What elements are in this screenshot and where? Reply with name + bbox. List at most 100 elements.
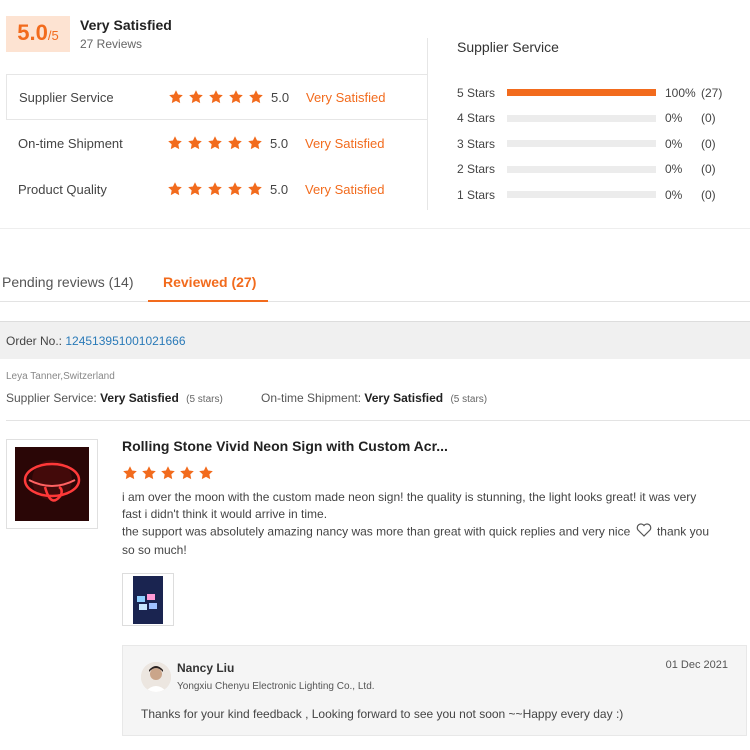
distribution-bar <box>507 140 656 148</box>
divider <box>6 420 750 421</box>
star-icon <box>227 135 244 152</box>
tab-pending-reviews[interactable]: Pending reviews (14) <box>2 274 134 290</box>
divider <box>427 38 428 210</box>
shipment-value: Very Satisfied <box>364 391 444 405</box>
star-icon <box>227 181 244 198</box>
rating-summary: 5.0 /5 Very Satisfied 27 Reviews Supplie… <box>0 0 750 228</box>
rating-label: Supplier Service <box>19 89 114 105</box>
review-text-part: the support was absolutely amazing nancy… <box>122 524 631 539</box>
review-text-part: i am over the moon with the custom made … <box>122 490 697 521</box>
distribution-row: 5 Stars 100% (27) <box>457 80 747 106</box>
overall-score-max: /5 <box>47 28 59 43</box>
order-label: Order No.: <box>6 334 63 348</box>
star-icon <box>122 465 139 482</box>
distribution-row: 2 Stars 0% (0) <box>457 157 747 183</box>
distribution-bar <box>507 89 656 97</box>
star-icon <box>188 89 205 106</box>
distribution-label: 4 Stars <box>457 111 496 126</box>
supplier-service-stars: (5 stars) <box>186 394 223 405</box>
star-icon <box>160 465 177 482</box>
review-meta: Supplier Service: Very Satisfied (5 star… <box>6 391 750 405</box>
section-divider <box>0 228 750 229</box>
distribution-count: (27) <box>701 85 723 100</box>
overall-score: 5.0 <box>17 20 48 45</box>
overall-score-badge: 5.0 /5 <box>6 16 70 52</box>
seller-reply: Nancy Liu Yongxiu Chenyu Electronic Ligh… <box>122 645 747 736</box>
shipment-meta: On-time Shipment: Very Satisfied (5 star… <box>261 391 487 405</box>
star-icon <box>207 135 224 152</box>
order-number-link[interactable]: 124513951001021666 <box>65 334 185 348</box>
distribution-count: (0) <box>701 111 716 126</box>
star-icon <box>141 465 158 482</box>
rating-label: Product Quality <box>18 181 107 197</box>
order-bar: Order No.: 124513951001021666 <box>0 321 750 359</box>
distribution-label: 2 Stars <box>457 162 496 177</box>
review-photo-thumbnail[interactable] <box>122 573 174 626</box>
rating-verdict: Very Satisfied <box>305 181 385 197</box>
distribution-label: 5 Stars <box>457 85 496 100</box>
distribution-count: (0) <box>701 187 716 202</box>
rating-value: 5.0 <box>270 181 289 197</box>
review-count: 27 Reviews <box>80 37 143 51</box>
star-rating <box>167 135 264 152</box>
star-icon <box>207 181 224 198</box>
rating-label: On-time Shipment <box>18 135 123 151</box>
distribution-count: (0) <box>701 136 716 151</box>
distribution-count: (0) <box>701 162 716 177</box>
supplier-service-label: Supplier Service: <box>6 391 97 405</box>
review-photo <box>133 575 163 624</box>
review-text: i am over the moon with the custom made … <box>122 489 712 559</box>
star-rating <box>167 181 264 198</box>
star-distribution: 5 Stars 100% (27) 4 Stars 0% (0) 3 Stars… <box>457 80 747 208</box>
star-icon <box>167 135 184 152</box>
star-icon <box>208 89 225 106</box>
reply-text: Thanks for your kind feedback , Looking … <box>141 707 624 721</box>
product-title-link[interactable]: Rolling Stone Vivid Neon Sign with Custo… <box>122 438 448 454</box>
star-icon <box>167 181 184 198</box>
review-star-rating <box>122 465 215 482</box>
rating-value: 5.0 <box>270 135 289 151</box>
distribution-row: 3 Stars 0% (0) <box>457 131 747 157</box>
distribution-label: 3 Stars <box>457 136 496 151</box>
rating-table: Supplier Service 5.0 Very Satisfied On-t… <box>6 74 428 212</box>
star-icon <box>228 89 245 106</box>
reply-company-name: Yongxiu Chenyu Electronic Lighting Co., … <box>177 681 375 692</box>
shipment-label: On-time Shipment: <box>261 391 362 405</box>
rating-row-on-time-shipment[interactable]: On-time Shipment 5.0 Very Satisfied <box>6 120 428 166</box>
distribution-percent: 0% <box>665 136 683 151</box>
distribution-row: 1 Stars 0% (0) <box>457 182 747 208</box>
rating-value: 5.0 <box>271 89 290 105</box>
distribution-title: Supplier Service <box>457 39 559 55</box>
supplier-service-value: Very Satisfied <box>100 391 179 405</box>
tab-reviewed[interactable]: Reviewed (27) <box>163 274 256 290</box>
star-icon <box>248 89 265 106</box>
rating-row-supplier-service[interactable]: Supplier Service 5.0 Very Satisfied <box>6 74 428 120</box>
distribution-percent: 0% <box>665 162 683 177</box>
overall-label: Very Satisfied <box>80 17 172 33</box>
distribution-percent: 100% <box>665 85 696 100</box>
star-rating <box>168 89 265 106</box>
distribution-bar <box>507 191 656 199</box>
avatar <box>141 662 171 692</box>
star-icon <box>247 135 264 152</box>
star-icon <box>187 135 204 152</box>
rating-verdict: Very Satisfied <box>306 89 386 105</box>
star-icon <box>198 465 215 482</box>
distribution-label: 1 Stars <box>457 187 496 202</box>
product-image[interactable] <box>6 439 98 529</box>
distribution-percent: 0% <box>665 111 683 126</box>
heart-icon <box>636 523 652 542</box>
distribution-percent: 0% <box>665 187 683 202</box>
shipment-stars: (5 stars) <box>450 394 488 405</box>
rating-verdict: Very Satisfied <box>305 135 385 151</box>
distribution-row: 4 Stars 0% (0) <box>457 106 747 132</box>
star-icon <box>247 181 264 198</box>
star-icon <box>168 89 185 106</box>
star-icon <box>187 181 204 198</box>
rating-row-product-quality[interactable]: Product Quality 5.0 Very Satisfied <box>6 166 428 212</box>
reviewer-name: Leya Tanner,Switzerland <box>6 371 115 382</box>
distribution-bar <box>507 165 656 173</box>
review-tabs: Pending reviews (14) Reviewed (27) <box>0 262 750 302</box>
distribution-bar <box>507 114 656 122</box>
neon-lips-image <box>15 447 89 521</box>
